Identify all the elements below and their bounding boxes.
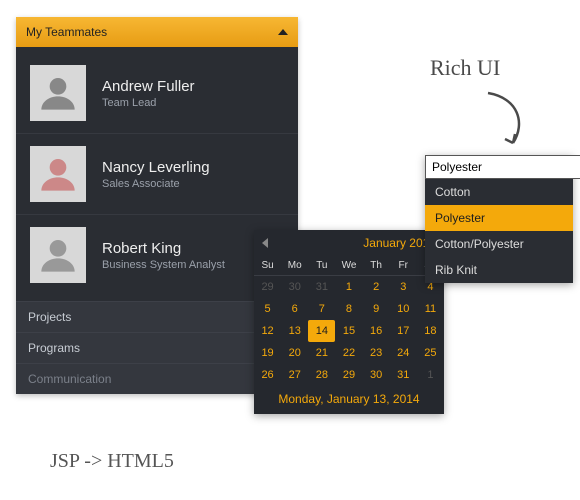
calendar-day[interactable]: 24	[390, 342, 417, 364]
calendar-day[interactable]: 2	[363, 276, 390, 299]
calendar-header: January 2014	[254, 230, 444, 256]
calendar-day[interactable]: 10	[390, 298, 417, 320]
panel-title: My Teammates	[26, 25, 107, 39]
calendar-day[interactable]: 31	[390, 364, 417, 386]
material-combobox: CottonPolyesterCotton/PolyesterRib Knit	[425, 155, 573, 283]
calendar-day[interactable]: 27	[281, 364, 308, 386]
team-name: Nancy Leverling	[102, 159, 210, 176]
calendar-day[interactable]: 22	[335, 342, 362, 364]
combobox-input-wrap	[425, 155, 573, 179]
calendar-weekday: Mo	[281, 256, 308, 276]
calendar-footer[interactable]: Monday, January 13, 2014	[254, 386, 444, 414]
calendar-weekday: Th	[363, 256, 390, 276]
calendar-prev-icon[interactable]	[262, 238, 268, 248]
calendar-day[interactable]: 12	[254, 320, 281, 342]
combobox-option[interactable]: Cotton/Polyester	[425, 231, 573, 257]
team-role: Business System Analyst	[102, 259, 225, 271]
calendar-day[interactable]: 1	[335, 276, 362, 299]
calendar-weekday: Tu	[308, 256, 335, 276]
calendar-day[interactable]: 21	[308, 342, 335, 364]
calendar-weekday: Su	[254, 256, 281, 276]
calendar-day[interactable]: 30	[281, 276, 308, 299]
calendar-day[interactable]: 3	[390, 276, 417, 299]
combobox-input[interactable]	[425, 155, 580, 179]
teammates-panel-header[interactable]: My Teammates	[16, 17, 298, 47]
calendar-day[interactable]: 6	[281, 298, 308, 320]
calendar-day[interactable]: 25	[417, 342, 444, 364]
calendar-day[interactable]: 30	[363, 364, 390, 386]
team-name: Robert King	[102, 240, 225, 257]
arrow-icon	[478, 88, 538, 158]
calendar-day[interactable]: 7	[308, 298, 335, 320]
combobox-option[interactable]: Cotton	[425, 179, 573, 205]
avatar	[30, 65, 86, 121]
team-item[interactable]: Andrew Fuller Team Lead	[16, 53, 298, 134]
calendar-day[interactable]: 16	[363, 320, 390, 342]
team-item[interactable]: Nancy Leverling Sales Associate	[16, 134, 298, 215]
annotation-rich-ui: Rich UI	[430, 55, 500, 81]
calendar-weekday: We	[335, 256, 362, 276]
calendar-grid: SuMoTuWeThFrSa 2930311234567891011121314…	[254, 256, 444, 386]
combobox-option[interactable]: Rib Knit	[425, 257, 573, 283]
annotation-jsp-html5: JSP -> HTML5	[50, 450, 174, 473]
calendar-day[interactable]: 11	[417, 298, 444, 320]
calendar-day[interactable]: 9	[363, 298, 390, 320]
calendar-day[interactable]: 26	[254, 364, 281, 386]
calendar-day[interactable]: 17	[390, 320, 417, 342]
calendar-day[interactable]: 13	[281, 320, 308, 342]
calendar-day[interactable]: 18	[417, 320, 444, 342]
team-role: Sales Associate	[102, 178, 210, 190]
calendar-day[interactable]: 8	[335, 298, 362, 320]
calendar-day[interactable]: 31	[308, 276, 335, 299]
team-role: Team Lead	[102, 97, 195, 109]
calendar-day[interactable]: 23	[363, 342, 390, 364]
calendar-day[interactable]: 14	[308, 320, 335, 342]
calendar-day[interactable]: 1	[417, 364, 444, 386]
calendar-day[interactable]: 15	[335, 320, 362, 342]
combobox-list: CottonPolyesterCotton/PolyesterRib Knit	[425, 179, 573, 283]
calendar-day[interactable]: 29	[335, 364, 362, 386]
calendar-day[interactable]: 5	[254, 298, 281, 320]
calendar-day[interactable]: 20	[281, 342, 308, 364]
calendar-day[interactable]: 29	[254, 276, 281, 299]
calendar-day[interactable]: 28	[308, 364, 335, 386]
avatar	[30, 146, 86, 202]
calendar-weekday: Fr	[390, 256, 417, 276]
avatar	[30, 227, 86, 283]
collapse-icon	[278, 29, 288, 35]
team-name: Andrew Fuller	[102, 78, 195, 95]
calendar-day[interactable]: 19	[254, 342, 281, 364]
combobox-option[interactable]: Polyester	[425, 205, 573, 231]
calendar: January 2014 SuMoTuWeThFrSa 293031123456…	[254, 230, 444, 414]
